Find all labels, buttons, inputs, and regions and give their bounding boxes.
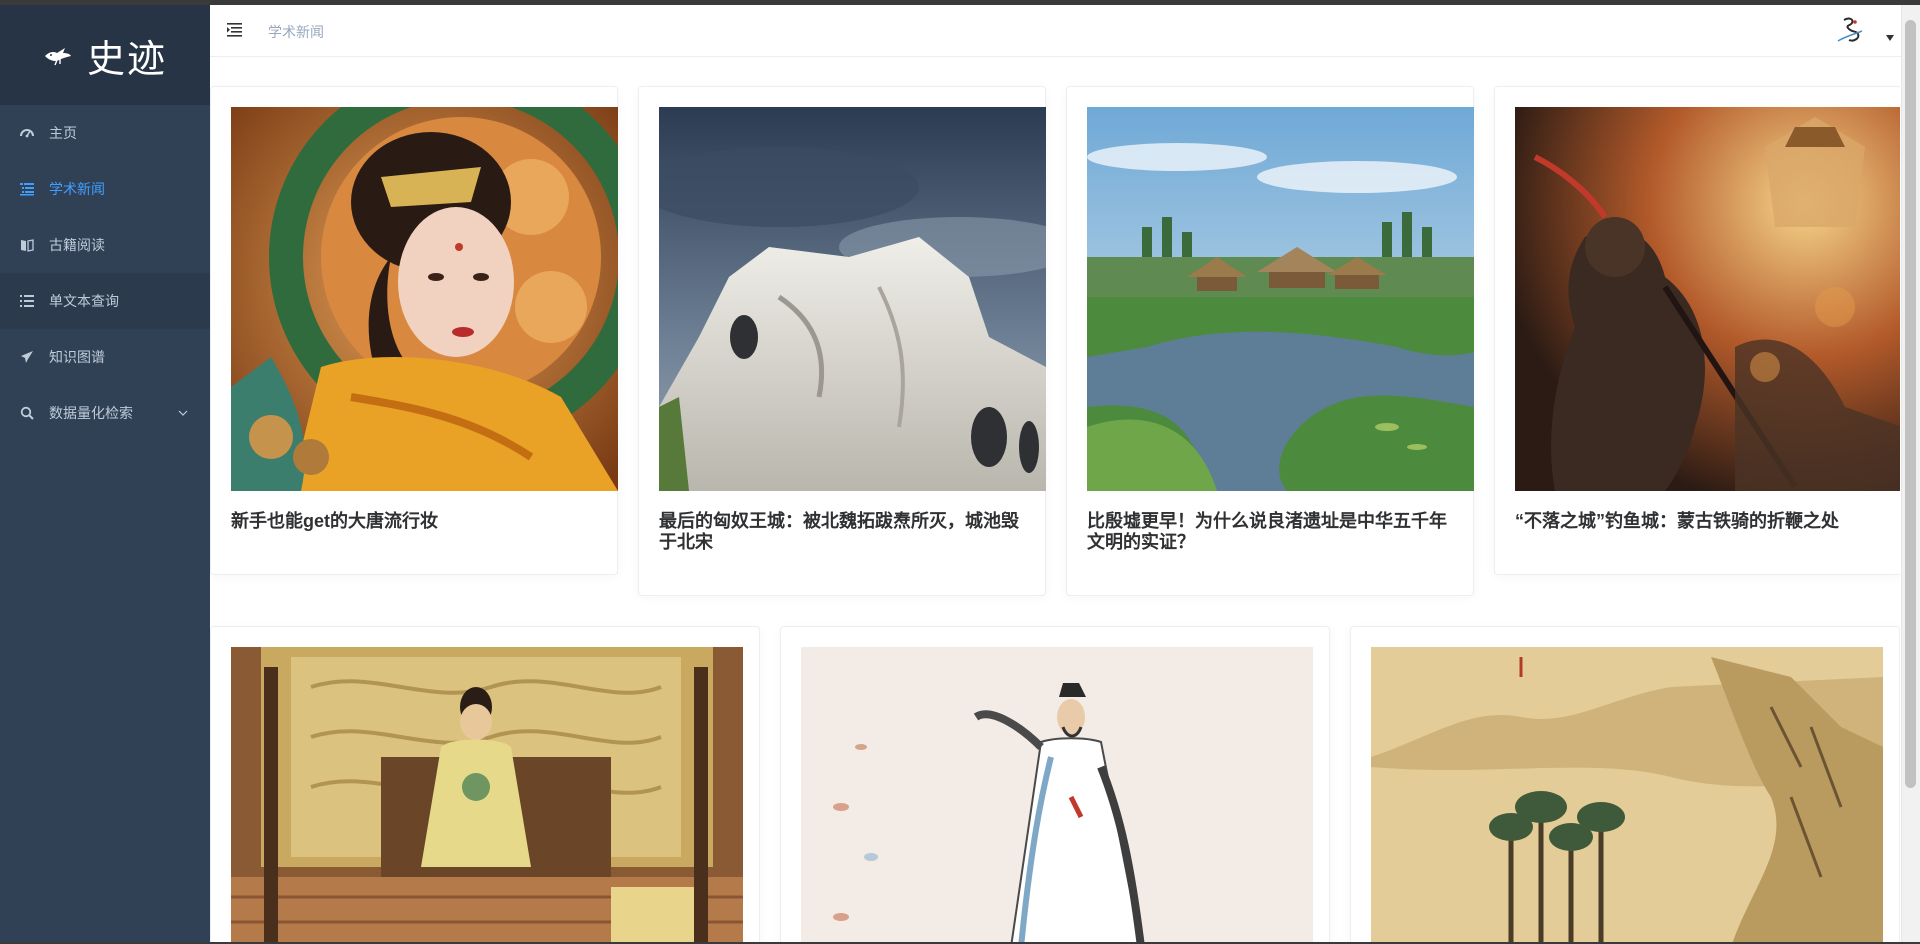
- bird-logo-icon: [44, 48, 71, 66]
- sidebar-item-home[interactable]: 主页: [0, 105, 210, 161]
- news-image-scholar: [801, 647, 1313, 942]
- dashboard-icon: [20, 126, 34, 140]
- news-card[interactable]: 比殷墟更早！为什么说良渚遗址是中华五千年文明的实证？: [1066, 86, 1474, 596]
- news-title[interactable]: “不落之城”钓鱼城：蒙古铁骑的折鞭之处: [1515, 511, 1885, 532]
- news-title[interactable]: 比殷墟更早！为什么说良渚遗址是中华五千年文明的实证？: [1087, 511, 1457, 553]
- send-icon: [20, 350, 34, 364]
- sidebar-item-news[interactable]: 学术新闻: [0, 161, 210, 217]
- news-card[interactable]: [210, 626, 760, 942]
- sidebar-item-label: 学术新闻: [49, 181, 105, 197]
- avatar[interactable]: [1830, 11, 1870, 51]
- list-icon: [20, 294, 34, 308]
- news-title[interactable]: 最后的匈奴王城：被北魏拓跋焘所灭，城池毁于北宋: [659, 511, 1029, 553]
- news-image-emperor-throne: [231, 647, 743, 942]
- avatar-icon: [1830, 11, 1870, 51]
- logo-text: 史迹: [86, 36, 167, 81]
- breadcrumb[interactable]: 学术新闻: [268, 22, 324, 42]
- sidebar-item-label: 知识图谱: [49, 349, 105, 365]
- sidebar-menu: 主页 学术新闻 古籍阅读 单文本查询 知识图谱 数据量化检索: [0, 105, 210, 441]
- news-image-battle: [1515, 107, 1900, 491]
- news-image-tang-lady: [231, 107, 618, 491]
- scrollbar-thumb[interactable]: [1905, 20, 1916, 788]
- news-image-liangzhu: [1087, 107, 1474, 491]
- news-grid: 新手也能get的大唐流行妆 最后的匈奴王城：被北魏拓跋焘所灭，城池毁于北宋 比殷…: [210, 58, 1900, 942]
- news-card[interactable]: 新手也能get的大唐流行妆: [210, 86, 618, 575]
- news-card[interactable]: [1350, 626, 1900, 942]
- book-icon: [20, 238, 34, 252]
- sidebar-item-quant-search[interactable]: 数据量化检索: [0, 385, 210, 441]
- chevron-down-icon[interactable]: [178, 408, 188, 418]
- sidebar-item-label: 数据量化检索: [49, 405, 133, 421]
- sidebar-item-label: 古籍阅读: [49, 237, 105, 253]
- caret-down-icon[interactable]: [1886, 35, 1894, 41]
- logo[interactable]: 史迹: [0, 5, 210, 105]
- news-card[interactable]: [780, 626, 1330, 942]
- navbar: 学术新闻: [210, 5, 1920, 57]
- hamburger-icon[interactable]: [226, 21, 244, 39]
- news-card[interactable]: 最后的匈奴王城：被北魏拓跋焘所灭，城池毁于北宋: [638, 86, 1046, 596]
- sidebar-item-knowledge-graph[interactable]: 知识图谱: [0, 329, 210, 385]
- sidebar: 史迹 主页 学术新闻 古籍阅读 单文本查询 知识图谱 数据量化检索: [0, 5, 210, 942]
- news-card[interactable]: “不落之城”钓鱼城：蒙古铁骑的折鞭之处: [1494, 86, 1900, 575]
- list-indent-icon: [20, 182, 34, 196]
- sidebar-item-label: 单文本查询: [49, 293, 119, 309]
- search-icon: [20, 406, 34, 420]
- news-image-landscape-scroll: [1371, 647, 1883, 942]
- sidebar-item-label: 主页: [49, 125, 77, 141]
- news-title[interactable]: 新手也能get的大唐流行妆: [231, 511, 601, 532]
- news-image-ruined-wall: [659, 107, 1046, 491]
- sidebar-item-text-query[interactable]: 单文本查询: [0, 273, 210, 329]
- sidebar-item-ancient-books[interactable]: 古籍阅读: [0, 217, 210, 273]
